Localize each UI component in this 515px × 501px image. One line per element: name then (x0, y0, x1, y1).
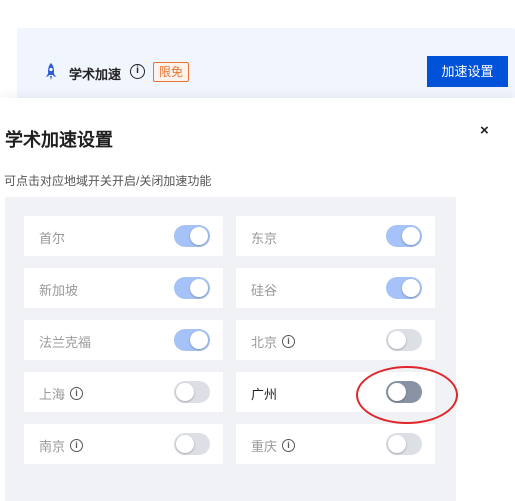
dialog-title: 学术加速设置 (5, 130, 113, 150)
region-name: 北京 (251, 335, 278, 350)
accel-settings-dialog: 学术加速设置 × 可点击对应地域开关开启/关闭加速功能 首尔 东京新加坡 硅谷法兰克… (0, 98, 515, 501)
region-name: 广州 (251, 387, 278, 402)
region-label: 广州 (251, 384, 277, 403)
region-toggle[interactable] (386, 225, 422, 247)
region-row: 重庆 i (236, 424, 435, 464)
region-label: 新加坡 (39, 280, 78, 299)
region-toggle[interactable] (174, 433, 210, 455)
region-label: 北京 i (251, 332, 296, 351)
info-icon[interactable]: i (282, 439, 296, 452)
region-toggle[interactable] (174, 225, 210, 247)
page: 学术加速 i 限免 加速设置 学术加速设置 × 可点击对应地域开关开启/关闭加速… (0, 0, 515, 501)
toggle-knob (190, 331, 208, 349)
toggle-knob (190, 227, 208, 245)
region-row: 新加坡 (24, 268, 223, 308)
region-name: 新加坡 (39, 283, 79, 298)
region-name: 首尔 (39, 231, 66, 246)
rocket-icon (46, 63, 56, 80)
region-name: 南京 (39, 439, 66, 454)
region-name: 硅谷 (251, 283, 278, 298)
toggle-knob (402, 227, 420, 245)
toggle-knob (176, 383, 194, 401)
region-label: 硅谷 (251, 280, 277, 299)
region-toggle[interactable] (386, 433, 422, 455)
banner-title: 学术加速 (69, 67, 122, 82)
toggle-knob (388, 383, 406, 401)
academic-accel-banner: 学术加速 i 限免 加速设置 (17, 28, 515, 98)
toggle-knob (388, 435, 406, 453)
info-icon[interactable]: i (130, 64, 145, 79)
region-name: 东京 (251, 231, 278, 246)
region-row: 法兰克福 (24, 320, 223, 360)
region-toggle[interactable] (174, 381, 210, 403)
dialog-description: 可点击对应地域开关开启/关闭加速功能 (4, 174, 212, 188)
region-row: 广州 (236, 372, 435, 412)
region-label: 东京 (251, 228, 277, 247)
free-badge: 限免 (153, 62, 190, 82)
region-row: 南京 i (24, 424, 223, 464)
accel-settings-button[interactable]: 加速设置 (427, 56, 508, 87)
region-label: 南京 i (39, 436, 84, 455)
region-name: 上海 (39, 387, 66, 402)
region-toggle[interactable] (174, 329, 210, 351)
region-toggle[interactable] (386, 277, 422, 299)
info-icon[interactable]: i (70, 387, 84, 400)
close-icon[interactable]: × (480, 122, 489, 139)
region-row: 东京 (236, 216, 435, 256)
toggle-knob (176, 435, 194, 453)
info-icon[interactable]: i (282, 335, 296, 348)
region-name: 法兰克福 (39, 335, 92, 350)
region-label: 首尔 (39, 228, 65, 247)
region-label: 法兰克福 (39, 332, 91, 351)
region-panel: 首尔 东京新加坡 硅谷法兰克福 北京 i 上海 i 广州南京 i 重庆 i (5, 197, 456, 501)
region-row: 上海 i (24, 372, 223, 412)
region-toggle[interactable] (386, 329, 422, 351)
info-icon[interactable]: i (70, 439, 84, 452)
region-row: 北京 i (236, 320, 435, 360)
toggle-knob (190, 279, 208, 297)
region-name: 重庆 (251, 439, 278, 454)
region-row: 硅谷 (236, 268, 435, 308)
region-toggle[interactable] (386, 381, 422, 403)
toggle-knob (402, 279, 420, 297)
region-label: 上海 i (39, 384, 84, 403)
region-toggle[interactable] (174, 277, 210, 299)
toggle-knob (388, 331, 406, 349)
region-label: 重庆 i (251, 436, 296, 455)
region-row: 首尔 (24, 216, 223, 256)
